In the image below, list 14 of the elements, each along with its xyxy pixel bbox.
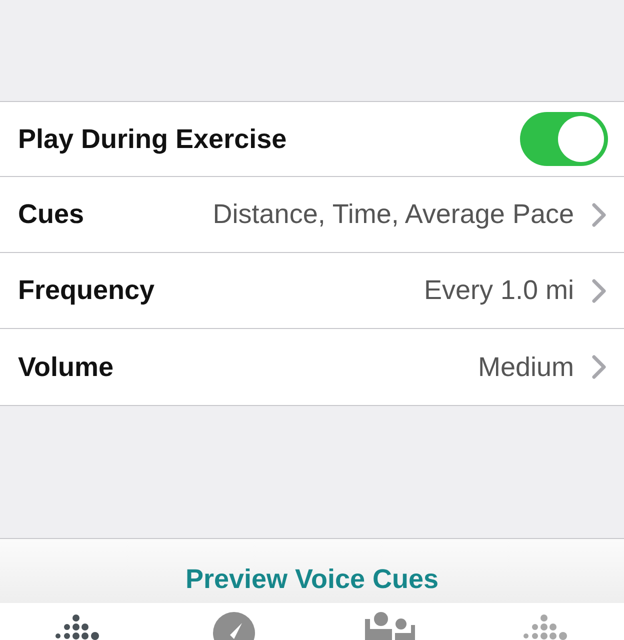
setting-value[interactable]: Distance, Time, Average Pace — [212, 199, 574, 230]
setting-label: Play During Exercise — [18, 124, 288, 154]
chevron-icon — [592, 202, 606, 226]
chevron-icon — [592, 278, 606, 302]
setting-label: Volume — [18, 352, 115, 382]
toggle-switch[interactable] — [520, 112, 608, 166]
chevron-icon — [592, 355, 606, 379]
people-icon[interactable] — [363, 611, 417, 640]
compass-icon[interactable] — [212, 611, 256, 640]
setting-label: Cues — [18, 199, 86, 230]
preview-button[interactable]: Preview Voice Cues — [0, 538, 624, 603]
setting-value[interactable]: Every 1.0 mi — [424, 275, 574, 306]
setting-value[interactable]: Medium — [478, 352, 574, 382]
setting-label: Frequency — [18, 275, 156, 306]
